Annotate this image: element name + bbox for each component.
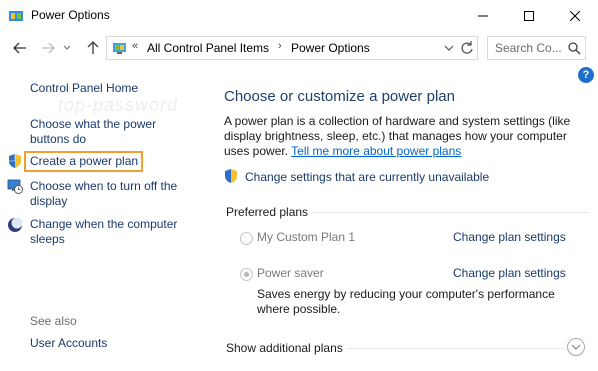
breadcrumb-all-control-panel-items[interactable]: All Control Panel Items (147, 41, 269, 55)
expand-button[interactable] (567, 338, 585, 356)
control-panel-home-link[interactable]: Control Panel Home (30, 81, 200, 96)
arrow-right-icon (42, 42, 55, 54)
plan-name-custom[interactable]: My Custom Plan 1 (257, 230, 355, 244)
chevron-down-icon (571, 344, 581, 350)
watermark: top-password (58, 95, 179, 115)
plan-radio-power-saver[interactable] (240, 268, 253, 281)
chevron-down-icon (63, 45, 71, 50)
navigation-bar: « All Control Panel Items › Power Option… (0, 31, 598, 65)
page-description: A power plan is a collection of hardware… (224, 114, 589, 159)
section-divider (312, 212, 588, 213)
show-additional-divider (348, 348, 564, 349)
preferred-plans-header: Preferred plans (226, 205, 309, 219)
change-plan-settings-link-power-saver[interactable]: Change plan settings (453, 266, 566, 280)
change-sleep-link[interactable]: Change when the computer sleeps (30, 217, 190, 247)
create-power-plan-link[interactable]: Create a power plan (30, 154, 200, 169)
user-accounts-link[interactable]: User Accounts (30, 336, 200, 351)
plan-description-power-saver: Saves energy by reducing your computer's… (257, 287, 555, 316)
left-task-pane: top-password Control Panel Home Choose w… (0, 65, 208, 371)
refresh-icon[interactable] (459, 40, 475, 56)
moon-icon (8, 217, 23, 232)
plan-name-power-saver[interactable]: Power saver (257, 266, 324, 280)
monitor-clock-icon (7, 179, 23, 194)
shield-icon (9, 154, 21, 168)
forward-button[interactable] (40, 40, 56, 56)
address-prefix[interactable]: « (132, 40, 138, 52)
breadcrumb-power-options[interactable]: Power Options (291, 41, 370, 55)
minimize-icon (478, 15, 488, 16)
plan-radio-custom[interactable] (240, 232, 253, 245)
change-unavailable-settings-link[interactable]: Change settings that are currently unava… (245, 170, 489, 184)
title-bar: Power Options (0, 0, 598, 31)
search-placeholder: Search Co... (495, 41, 562, 55)
search-icon[interactable] (568, 42, 581, 55)
window-title: Power Options (31, 8, 110, 22)
help-button[interactable]: ? (578, 67, 594, 83)
tell-me-more-link[interactable]: Tell me more about power plans (291, 144, 461, 158)
arrow-up-icon (87, 41, 99, 54)
page-title: Choose or customize a power plan (224, 88, 455, 105)
shield-icon (225, 169, 237, 183)
show-additional-plans-label[interactable]: Show additional plans (226, 341, 343, 355)
see-also-label: See also (30, 314, 77, 328)
choose-display-off-link[interactable]: Choose when to turn off the display (30, 179, 190, 209)
minimize-button[interactable] (460, 0, 506, 31)
control-panel-icon (113, 43, 126, 54)
change-plan-settings-link-custom[interactable]: Change plan settings (453, 230, 566, 244)
close-button[interactable] (552, 0, 598, 31)
breadcrumb-separator[interactable]: › (278, 40, 282, 52)
arrow-left-icon (13, 42, 26, 54)
back-button[interactable] (12, 40, 28, 56)
search-input[interactable]: Search Co... (487, 36, 586, 60)
recent-locations-button[interactable] (62, 40, 72, 56)
address-bar[interactable]: « All Control Panel Items › Power Option… (106, 36, 478, 60)
maximize-button[interactable] (506, 0, 552, 31)
up-button[interactable] (85, 40, 101, 56)
main-content: ? Choose or customize a power plan A pow… (208, 65, 598, 371)
power-options-icon (9, 11, 23, 21)
maximize-icon (524, 10, 534, 21)
address-history-button[interactable] (442, 41, 456, 55)
close-icon (570, 10, 580, 21)
choose-power-buttons-link[interactable]: Choose what the power buttons do (30, 117, 170, 147)
power-options-window: Power Options « All Control Panel Items … (0, 0, 598, 371)
